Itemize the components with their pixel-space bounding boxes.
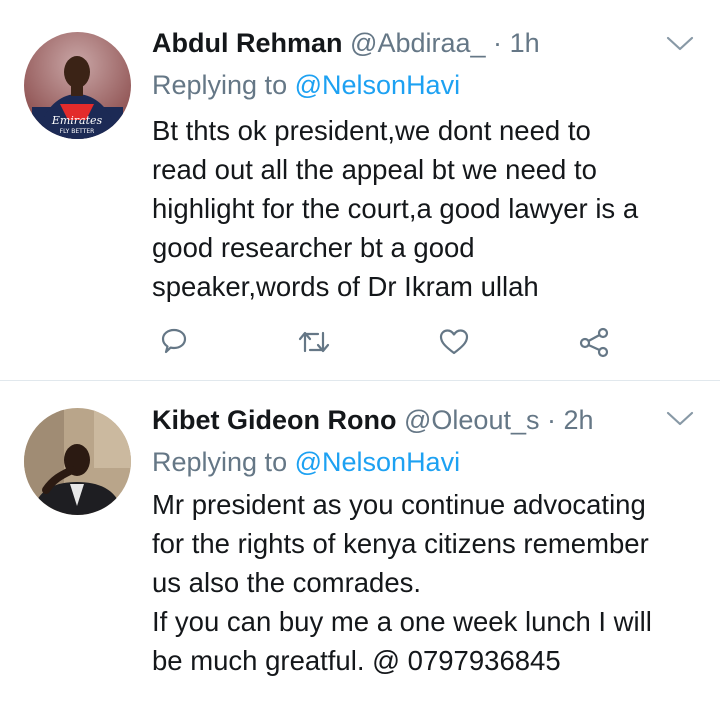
replying-to-mention[interactable]: @NelsonHavi [295, 70, 460, 100]
avatar-shirt-text: Emirates [51, 114, 103, 127]
reply-bubble-icon [161, 328, 187, 354]
avatar[interactable]: Emirates FLY BETTER [24, 32, 131, 139]
avatar-shirt-subtext: FLY BETTER [60, 128, 95, 135]
tweet-text-line: for the rights of kenya citizens remembe… [152, 528, 649, 559]
heart-icon [439, 329, 469, 355]
tweet-text-line: be much greatful. @ 0797936845 [152, 645, 561, 676]
avatar[interactable] [24, 408, 131, 515]
tweet-header: Abdul Rehman @Abdiraa_ · 1h [152, 26, 540, 60]
author-name[interactable]: Kibet Gideon Rono [152, 405, 396, 435]
chevron-down-icon[interactable] [665, 34, 695, 54]
retweet-button[interactable] [294, 322, 334, 362]
tweet[interactable]: Kibet Gideon Rono @Oleout_s · 2h Replyin… [0, 381, 720, 703]
tweet-actions [152, 322, 632, 362]
tweet-text-line: Bt thts ok president,we dont need to [152, 115, 591, 146]
replying-to-line: Replying to @NelsonHavi [152, 68, 460, 102]
tweet-text: Bt thts ok president,we dont need to rea… [152, 111, 712, 306]
replying-to-mention[interactable]: @NelsonHavi [295, 447, 460, 477]
share-button[interactable] [574, 322, 614, 362]
replying-to-label: Replying to [152, 447, 288, 477]
chevron-down-icon[interactable] [665, 409, 695, 429]
separator-dot: · [493, 28, 503, 58]
tweet-text-line: highlight for the court,a good lawyer is… [152, 193, 639, 224]
author-handle[interactable]: @Abdiraa_ [350, 28, 486, 58]
reply-button[interactable] [154, 322, 194, 362]
replying-to-label: Replying to [152, 70, 288, 100]
like-button[interactable] [434, 322, 474, 362]
timestamp[interactable]: 2h [564, 405, 594, 435]
author-handle[interactable]: @Oleout_s [404, 405, 539, 435]
tweet-text: Mr president as you continue advocating … [152, 485, 712, 680]
timestamp[interactable]: 1h [510, 28, 540, 58]
tweet-text-line: us also the comrades. [152, 567, 422, 598]
retweet-icon [298, 331, 330, 353]
tweet-text-line: read out all the appeal bt we need to [152, 154, 597, 185]
replying-to-line: Replying to @NelsonHavi [152, 445, 460, 479]
share-icon [579, 327, 609, 358]
tweet-text-line: speaker,words of Dr Ikram ullah [152, 271, 539, 302]
tweet-header: Kibet Gideon Rono @Oleout_s · 2h [152, 403, 594, 437]
tweet-text-line: If you can buy me a one week lunch I wil… [152, 606, 652, 637]
author-name[interactable]: Abdul Rehman [152, 28, 343, 58]
tweet-text-line: Mr president as you continue advocating [152, 489, 646, 520]
tweet[interactable]: Emirates FLY BETTER Abdul Rehman @Abdira… [0, 0, 720, 380]
tweet-text-line: good researcher bt a good [152, 232, 475, 263]
separator-dot: · [547, 405, 556, 435]
